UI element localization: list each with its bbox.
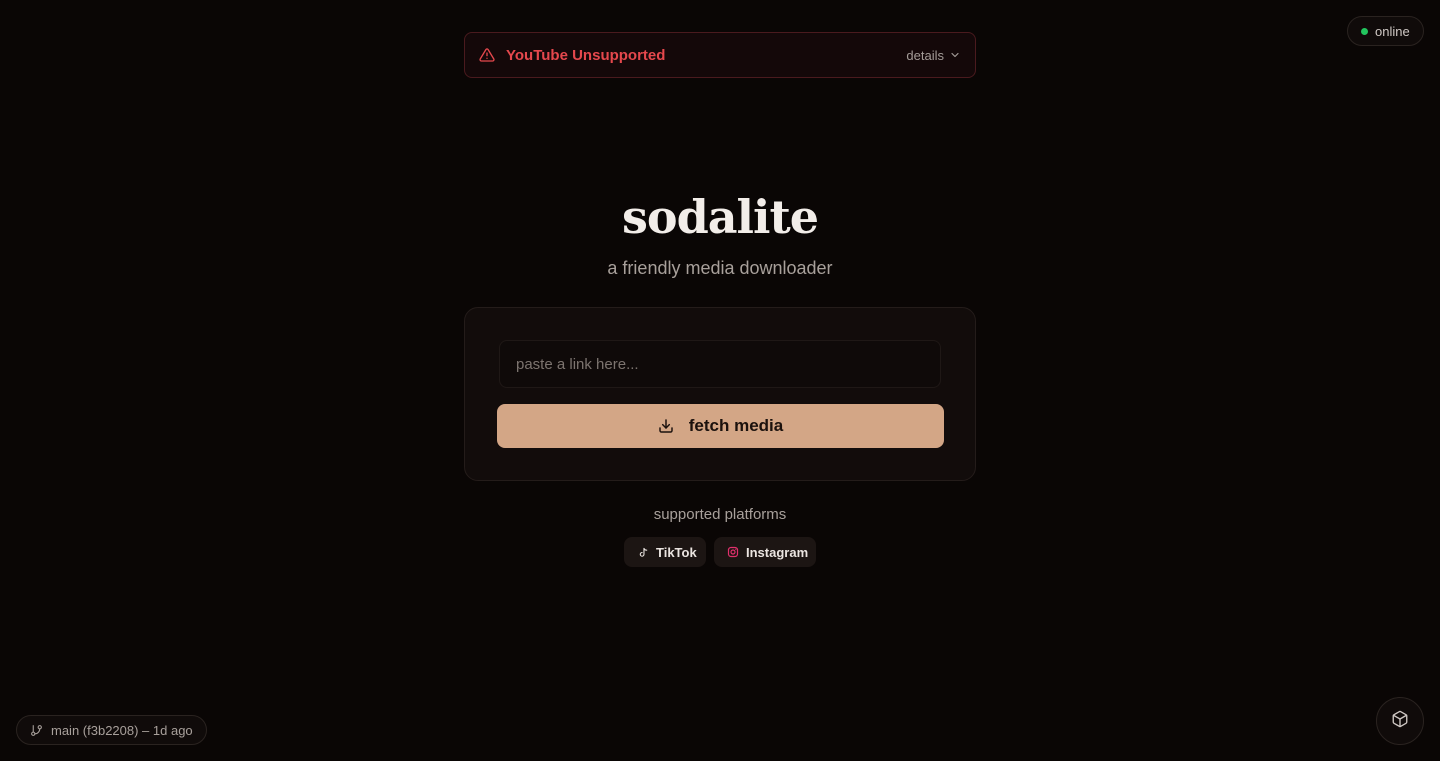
unsupported-alert: YouTube Unsupported details: [464, 32, 976, 78]
page: YouTube Unsupported details online sodal…: [0, 0, 1440, 761]
chevron-down-icon: [949, 49, 961, 61]
instagram-icon: [727, 546, 739, 558]
platform-label: Instagram: [746, 544, 809, 560]
tagline: a friendly media downloader: [607, 258, 833, 278]
package-icon: [1391, 710, 1409, 733]
warning-triangle-icon: [478, 46, 496, 64]
brand-title: sodalite: [621, 190, 819, 244]
fetch-media-label: fetch media: [688, 416, 784, 435]
branch-badge[interactable]: main (f3b2208) – 1d ago: [16, 715, 207, 745]
platform-label: TikTok: [656, 544, 697, 560]
tiktok-icon: [638, 546, 649, 558]
branch-label: main (f3b2208) – 1d ago: [51, 722, 193, 738]
download-card: fetch media: [464, 307, 976, 481]
status-badge: online: [1347, 16, 1424, 46]
platform-chip-instagram[interactable]: Instagram: [714, 537, 816, 567]
platform-list: TikTok Instagram: [624, 537, 816, 567]
platform-chip-tiktok[interactable]: TikTok: [624, 537, 706, 567]
platforms-title: supported platforms: [653, 506, 787, 523]
details-label: details: [906, 47, 944, 63]
link-input[interactable]: [499, 340, 941, 388]
git-branch-icon: [30, 724, 43, 737]
status-dot: [1361, 27, 1368, 35]
status-label: online: [1375, 23, 1410, 39]
package-button[interactable]: [1376, 697, 1424, 745]
download-icon: [658, 418, 675, 435]
details-toggle[interactable]: details: [906, 48, 961, 63]
fetch-media-button[interactable]: fetch media: [497, 404, 944, 448]
alert-title: YouTube Unsupported: [506, 46, 666, 64]
